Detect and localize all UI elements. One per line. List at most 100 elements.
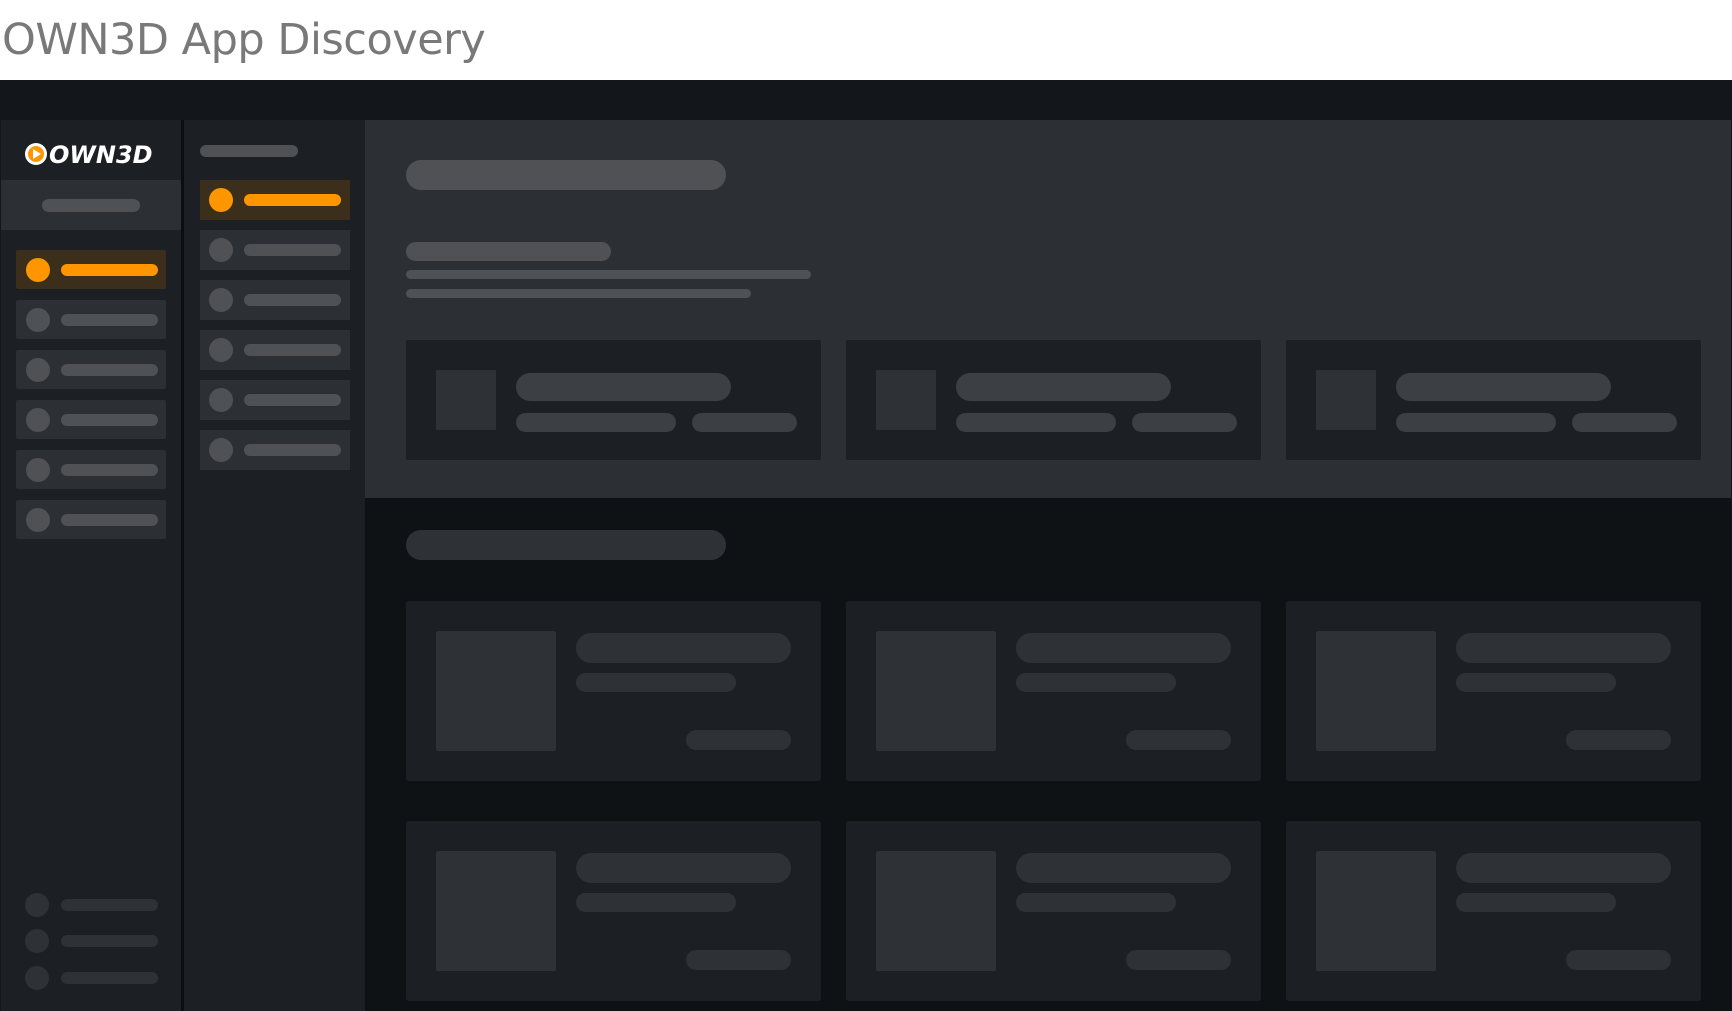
subnav-item-5[interactable] bbox=[200, 380, 350, 420]
app-name-placeholder bbox=[1456, 633, 1671, 663]
app-grid-section bbox=[365, 498, 1731, 1011]
app-meta-placeholder bbox=[1396, 413, 1556, 432]
app-name-placeholder bbox=[576, 633, 791, 663]
secondary-sidebar bbox=[184, 120, 365, 1011]
footer-icon bbox=[25, 893, 49, 917]
footer-label-placeholder bbox=[61, 899, 158, 911]
nav-label-placeholder bbox=[61, 464, 158, 476]
sidebar-item-2[interactable] bbox=[16, 300, 166, 339]
subnav-label-placeholder bbox=[244, 394, 341, 406]
app-card-5[interactable] bbox=[846, 821, 1261, 1001]
install-button[interactable] bbox=[1126, 730, 1231, 750]
sidebar-footer-item-3[interactable] bbox=[25, 965, 175, 991]
footer-icon bbox=[25, 929, 49, 953]
nav-label-placeholder bbox=[61, 514, 158, 526]
app-card-2[interactable] bbox=[846, 601, 1261, 781]
sidebar-item-5[interactable] bbox=[16, 450, 166, 489]
app-tag-placeholder bbox=[1132, 413, 1237, 432]
nav-label-placeholder bbox=[61, 264, 158, 276]
nav-icon bbox=[26, 258, 50, 282]
app-name-placeholder bbox=[576, 853, 791, 883]
app-thumbnail bbox=[1316, 851, 1436, 971]
sidebar-item-4[interactable] bbox=[16, 400, 166, 439]
subnav-label-placeholder bbox=[244, 194, 341, 206]
app-thumbnail bbox=[436, 631, 556, 751]
app-name-placeholder bbox=[516, 373, 731, 401]
nav-label-placeholder bbox=[61, 314, 158, 326]
user-profile[interactable] bbox=[1, 180, 181, 230]
subnav-item-2[interactable] bbox=[200, 230, 350, 270]
nav-icon bbox=[26, 508, 50, 532]
nav-label-placeholder bbox=[61, 364, 158, 376]
app-thumbnail bbox=[1316, 370, 1376, 430]
app-meta-placeholder bbox=[956, 413, 1116, 432]
nav-icon bbox=[26, 358, 50, 382]
app-name-placeholder bbox=[956, 373, 1171, 401]
app-meta-placeholder bbox=[1456, 673, 1616, 692]
app-thumbnail bbox=[876, 851, 996, 971]
subnav-label-placeholder bbox=[244, 294, 341, 306]
subnav-item-4[interactable] bbox=[200, 330, 350, 370]
subnav-icon bbox=[209, 188, 233, 212]
subnav-item-6[interactable] bbox=[200, 430, 350, 470]
featured-card-2[interactable] bbox=[846, 340, 1261, 460]
description-line-1 bbox=[406, 270, 811, 279]
description-line-2 bbox=[406, 289, 751, 298]
subnav-label-placeholder bbox=[244, 344, 341, 356]
app-name-placeholder bbox=[1396, 373, 1611, 401]
page-title: OWN3D App Discovery bbox=[2, 15, 486, 65]
sidebar-footer-item-2[interactable] bbox=[25, 928, 175, 954]
app-card-3[interactable] bbox=[1286, 601, 1701, 781]
app-meta-placeholder bbox=[1016, 673, 1176, 692]
app-name-placeholder bbox=[1456, 853, 1671, 883]
app-meta-placeholder bbox=[1016, 893, 1176, 912]
play-icon bbox=[25, 143, 47, 165]
featured-card-3[interactable] bbox=[1286, 340, 1701, 460]
app-thumbnail bbox=[1316, 631, 1436, 751]
app-tag-placeholder bbox=[1572, 413, 1677, 432]
app-meta-placeholder bbox=[516, 413, 676, 432]
footer-label-placeholder bbox=[61, 935, 158, 947]
app-thumbnail bbox=[876, 631, 996, 751]
subnav-label-placeholder bbox=[244, 244, 341, 256]
app-thumbnail bbox=[436, 370, 496, 430]
app-tag-placeholder bbox=[692, 413, 797, 432]
section-title-placeholder bbox=[406, 160, 726, 190]
subnav-icon bbox=[209, 238, 233, 262]
sidebar-item-1[interactable] bbox=[16, 250, 166, 289]
footer-icon bbox=[25, 966, 49, 990]
app-meta-placeholder bbox=[576, 893, 736, 912]
footer-label-placeholder bbox=[61, 972, 158, 984]
subnav-icon bbox=[209, 338, 233, 362]
nav-label-placeholder bbox=[61, 414, 158, 426]
user-name-placeholder bbox=[42, 199, 140, 212]
install-button[interactable] bbox=[686, 950, 791, 970]
install-button[interactable] bbox=[1566, 950, 1671, 970]
app-name-placeholder bbox=[1016, 853, 1231, 883]
subnav-heading-placeholder bbox=[200, 145, 298, 157]
app-meta-placeholder bbox=[1456, 893, 1616, 912]
subnav-item-1[interactable] bbox=[200, 180, 350, 220]
app-card-6[interactable] bbox=[1286, 821, 1701, 1001]
nav-icon bbox=[26, 408, 50, 432]
install-button[interactable] bbox=[1566, 730, 1671, 750]
subheading-placeholder bbox=[406, 242, 611, 261]
featured-card-1[interactable] bbox=[406, 340, 821, 460]
app-card-4[interactable] bbox=[406, 821, 821, 1001]
logo-text: OWN3D bbox=[49, 141, 153, 169]
app-meta-placeholder bbox=[576, 673, 736, 692]
sidebar-item-3[interactable] bbox=[16, 350, 166, 389]
install-button[interactable] bbox=[686, 730, 791, 750]
nav-icon bbox=[26, 458, 50, 482]
install-button[interactable] bbox=[1126, 950, 1231, 970]
app-card-1[interactable] bbox=[406, 601, 821, 781]
sidebar-item-6[interactable] bbox=[16, 500, 166, 539]
subnav-item-3[interactable] bbox=[200, 280, 350, 320]
own3d-logo[interactable]: OWN3D bbox=[23, 138, 163, 170]
app-name-placeholder bbox=[1016, 633, 1231, 663]
nav-icon bbox=[26, 308, 50, 332]
app-thumbnail bbox=[876, 370, 936, 430]
sidebar-footer-item-1[interactable] bbox=[25, 892, 175, 918]
featured-section bbox=[365, 120, 1731, 498]
subnav-label-placeholder bbox=[244, 444, 341, 456]
